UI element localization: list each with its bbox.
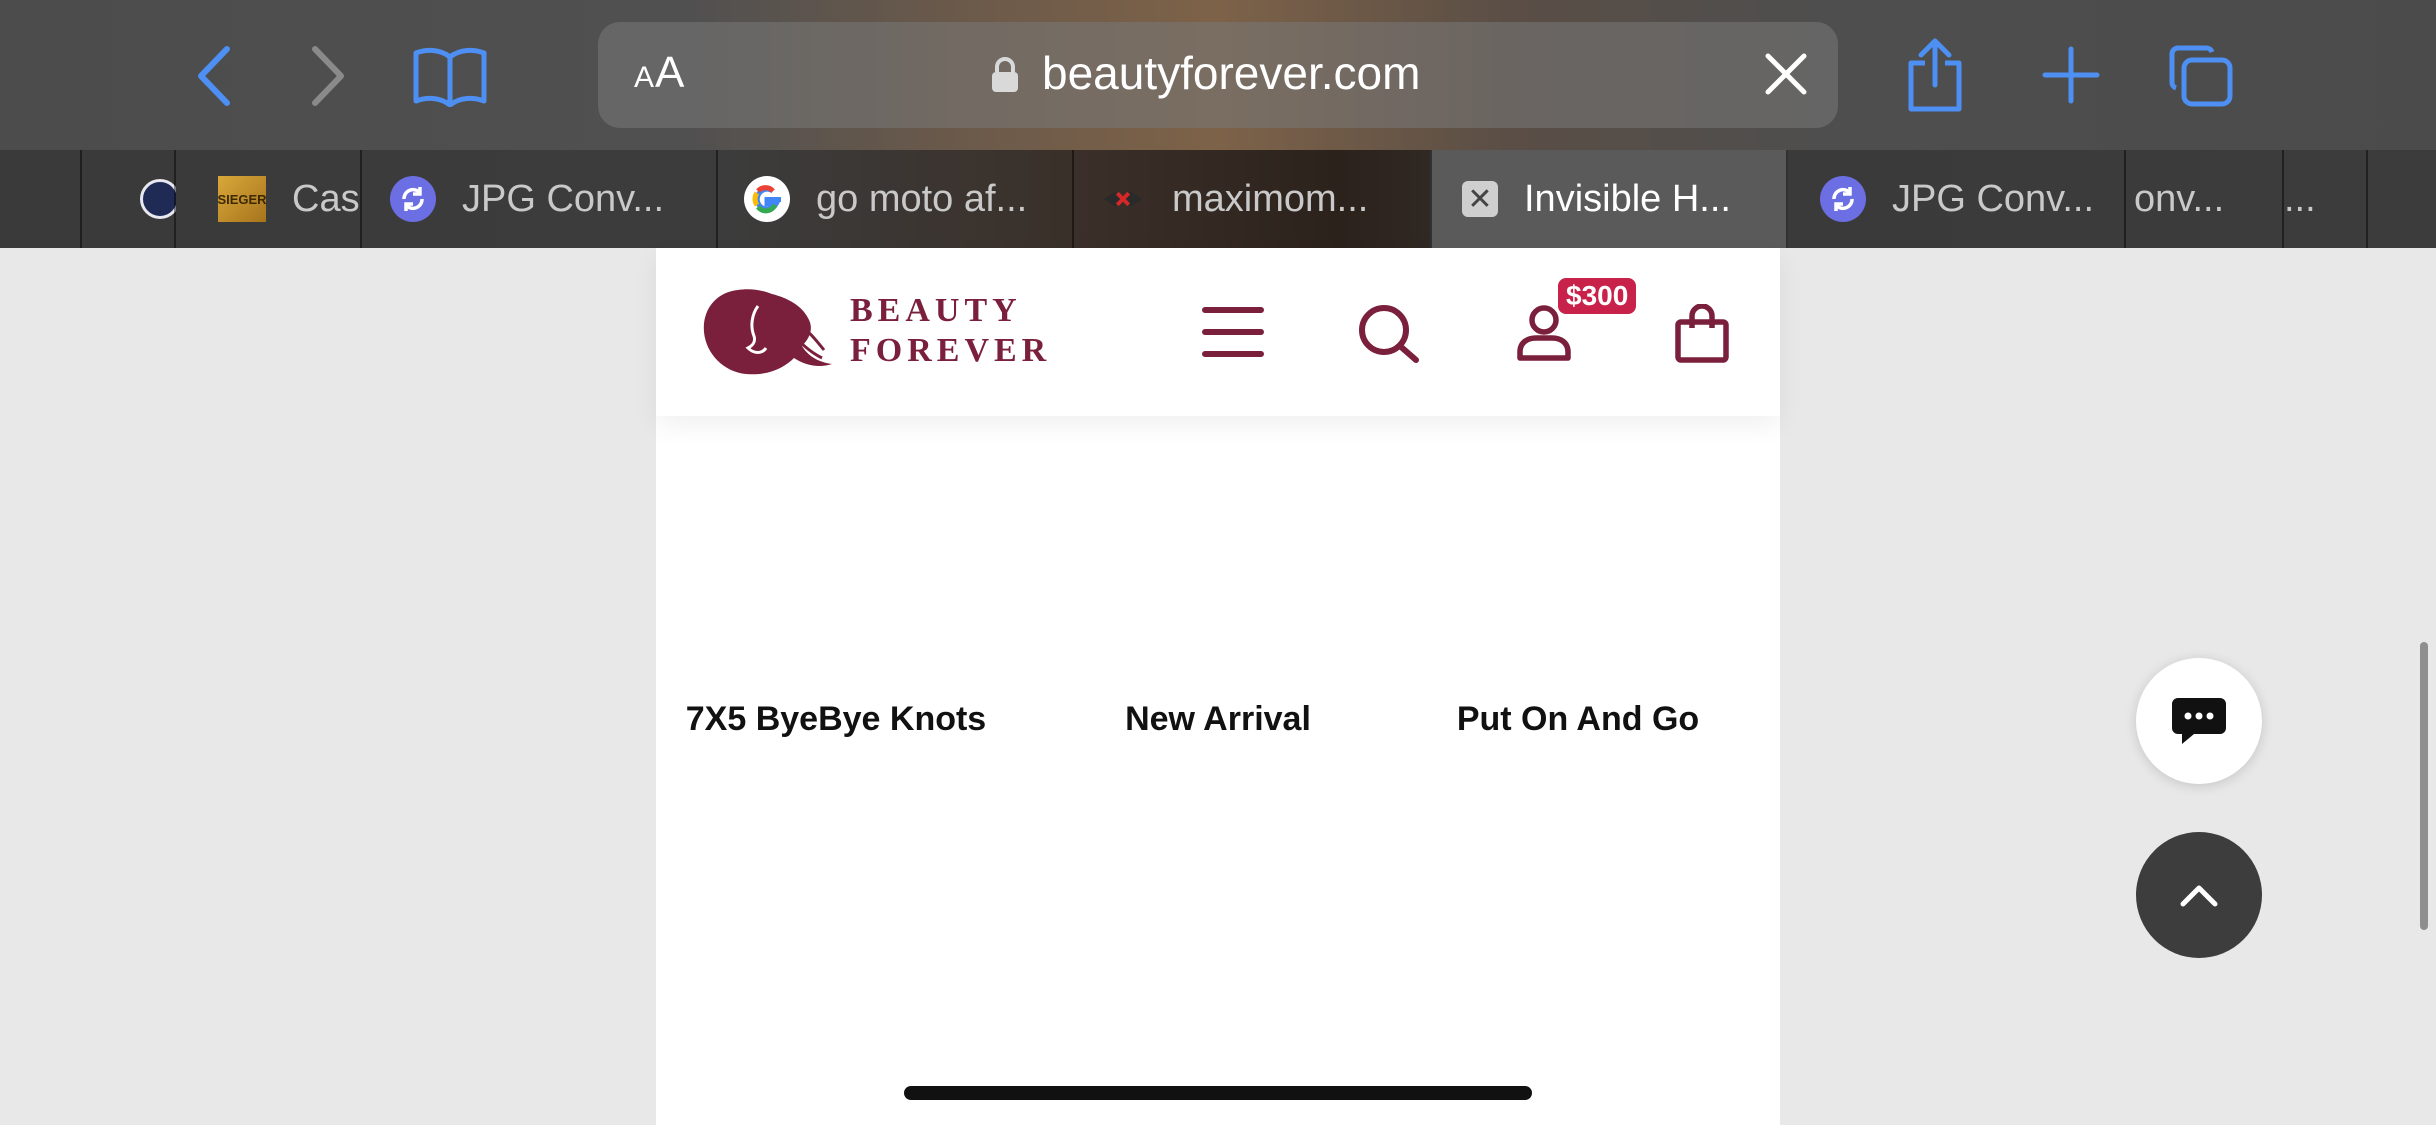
site-header: BEAUTY FOREVER $300 bbox=[656, 248, 1780, 416]
tab-label: Casi bbox=[292, 177, 362, 220]
web-page: BEAUTY FOREVER $300 7X5 ByeBye Knots New… bbox=[656, 248, 1780, 1125]
tab-label: onv... bbox=[2134, 177, 2225, 220]
book-icon bbox=[413, 47, 487, 107]
cart-button[interactable] bbox=[1674, 303, 1730, 369]
chevron-right-icon bbox=[312, 46, 344, 106]
tab-6[interactable]: JPG Conv... bbox=[1786, 150, 2126, 248]
page-scrollbar[interactable] bbox=[2420, 642, 2428, 930]
tab-1[interactable]: SIEGER Casi bbox=[174, 150, 362, 248]
tab-2[interactable]: JPG Conv... bbox=[360, 150, 718, 248]
bookmarks-button[interactable] bbox=[410, 40, 490, 112]
tab-label: Invisible H... bbox=[1524, 177, 1731, 220]
tab-label: JPG Conv... bbox=[1892, 177, 2095, 220]
tab-label: JPG Conv... bbox=[462, 177, 665, 220]
new-tab-button[interactable] bbox=[2036, 40, 2106, 110]
tab-strip: SIEGER Casi JPG Conv... go moto af... ma… bbox=[0, 150, 2436, 248]
tab-9 bbox=[2366, 150, 2436, 248]
tab-label: ... bbox=[2284, 177, 2316, 220]
tab-8[interactable]: ... bbox=[2282, 150, 2368, 248]
share-button[interactable] bbox=[1900, 34, 1970, 116]
lock-icon bbox=[990, 56, 1020, 99]
tab-5-active[interactable]: ✕ Invisible H... bbox=[1430, 150, 1788, 248]
category-label-byebye-knots[interactable]: 7X5 ByeBye Knots bbox=[656, 700, 1016, 739]
coupon-badge[interactable]: $300 bbox=[1558, 278, 1637, 314]
chat-bubble-icon bbox=[2172, 698, 2226, 744]
sync-icon bbox=[390, 176, 436, 222]
tabs-overview-button[interactable] bbox=[2164, 40, 2238, 112]
tab-4[interactable]: maximom... bbox=[1072, 150, 1432, 248]
url-text: beautyforever.com bbox=[1042, 47, 1421, 99]
plus-icon bbox=[2042, 46, 2100, 104]
maximom-icon bbox=[1100, 176, 1146, 222]
browser-toolbar: AA beautyforever.com bbox=[0, 0, 2436, 150]
menu-button[interactable] bbox=[1202, 304, 1264, 365]
tabs-icon bbox=[2169, 45, 2233, 107]
tab-3[interactable]: go moto af... bbox=[716, 150, 1074, 248]
tab-label: go moto af... bbox=[816, 177, 1028, 220]
chevron-left-icon bbox=[198, 46, 230, 106]
shopping-bag-icon bbox=[1675, 303, 1729, 363]
logo-line-2: FOREVER bbox=[850, 332, 1052, 369]
address-bar[interactable]: AA beautyforever.com bbox=[598, 22, 1838, 128]
chevron-up-icon bbox=[2180, 885, 2218, 907]
reader-text-size-button[interactable]: AA bbox=[634, 48, 685, 98]
search-icon bbox=[1359, 305, 1419, 363]
logo-text: BEAUTY FOREVER bbox=[850, 291, 1051, 371]
hamburger-menu-icon bbox=[1202, 307, 1264, 357]
share-icon bbox=[1908, 38, 1962, 112]
scroll-to-top-button[interactable] bbox=[2136, 832, 2262, 958]
category-label-put-on-and-go[interactable]: Put On And Go bbox=[1398, 700, 1758, 739]
search-button[interactable] bbox=[1358, 304, 1420, 369]
google-icon bbox=[744, 176, 790, 222]
seal-icon bbox=[140, 179, 176, 219]
chat-button[interactable] bbox=[2136, 658, 2262, 784]
sync-icon bbox=[1820, 176, 1866, 222]
home-indicator[interactable] bbox=[904, 1086, 1532, 1100]
tab-7[interactable]: onv... bbox=[2124, 150, 2284, 248]
woman-silhouette-icon bbox=[703, 289, 832, 375]
logo-line-1: BEAUTY bbox=[850, 292, 1022, 329]
tab-label: maximom... bbox=[1172, 177, 1369, 220]
clear-url-button[interactable] bbox=[1764, 52, 1808, 101]
forward-button[interactable] bbox=[302, 40, 356, 112]
close-box-icon[interactable]: ✕ bbox=[1462, 181, 1498, 217]
back-button[interactable] bbox=[186, 40, 240, 112]
site-logo[interactable]: BEAUTY FOREVER bbox=[698, 284, 1051, 378]
tab-0[interactable] bbox=[80, 150, 176, 248]
sieger-icon: SIEGER bbox=[217, 176, 267, 222]
close-icon bbox=[1765, 53, 1807, 95]
category-label-new-arrival[interactable]: New Arrival bbox=[1038, 700, 1398, 739]
